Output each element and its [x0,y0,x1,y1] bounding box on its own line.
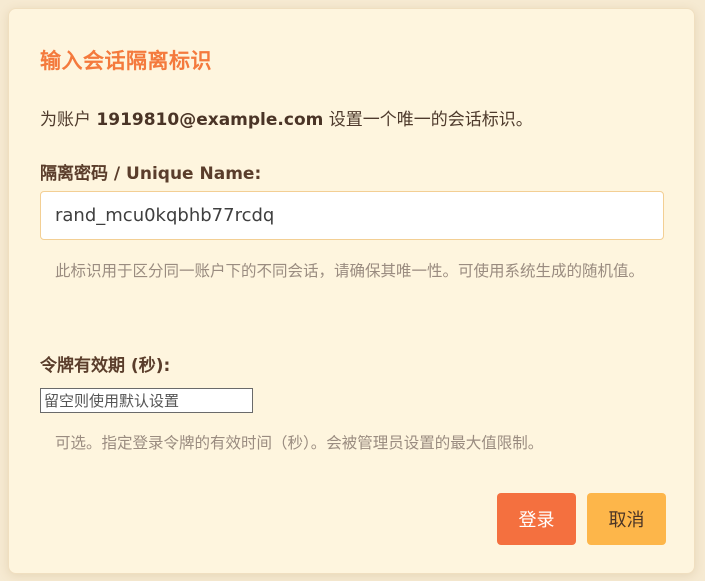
session-isolation-dialog: 输入会话隔离标识 为账户 1919810@example.com 设置一个唯一的… [8,8,695,574]
account-email: 1919810@example.com [96,110,324,130]
dialog-description: 为账户 1919810@example.com 设置一个唯一的会话标识。 [40,105,533,130]
description-suffix: 设置一个唯一的会话标识。 [323,110,533,130]
unique-name-label: 隔离密码 / Unique Name: [40,164,262,184]
login-button[interactable]: 登录 [497,493,576,545]
token-ttl-hint: 可选。指定登录令牌的有效时间（秒）。会被管理员设置的最大值限制。 [55,434,544,452]
token-ttl-input[interactable] [40,388,253,413]
unique-name-hint: 此标识用于区分同一账户下的不同会话，请确保其唯一性。可使用系统生成的随机值。 [55,262,645,280]
cancel-button[interactable]: 取消 [587,493,666,545]
dialog-title: 输入会话隔离标识 [40,49,212,73]
token-ttl-label: 令牌有效期 (秒): [40,356,171,376]
unique-name-input[interactable] [40,191,664,240]
description-prefix: 为账户 [40,110,97,130]
